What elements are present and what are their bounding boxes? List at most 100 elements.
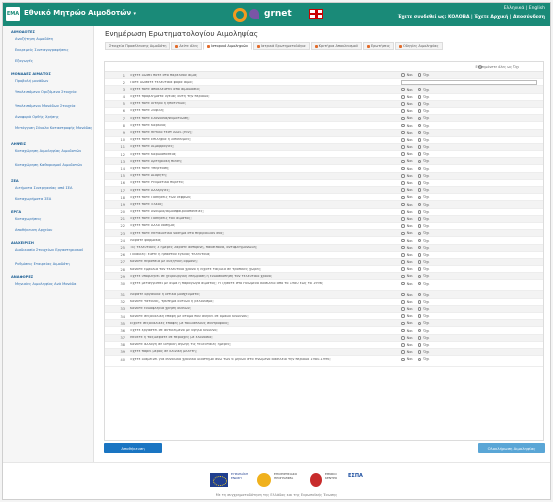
answer-yes-option[interactable]: Ναι: [401, 145, 413, 149]
answer-yes-option[interactable]: Ναι: [401, 152, 413, 156]
sidebar-item[interactable]: Αποθήκευση Αρχείου: [3, 226, 93, 237]
answer-no-option[interactable]: Όχι: [417, 231, 429, 236]
answer-yes-radio[interactable]: [401, 109, 405, 113]
answer-yes-radio[interactable]: [401, 145, 405, 149]
answer-yes-option[interactable]: Ναι: [401, 267, 413, 271]
tab[interactable]: Ιατρικά Ερωτηματολόγια: [253, 42, 310, 50]
sidebar-item[interactable]: Εκκρεμείς Συνταγογραφήσεις: [3, 46, 93, 57]
tab[interactable]: Δείτε όλες: [171, 42, 203, 50]
answer-yes-radio[interactable]: [401, 335, 405, 340]
answer-yes-radio[interactable]: [401, 307, 405, 311]
sidebar-item[interactable]: Διαδικασία Στοιχείων Εργαστηριακού: [3, 246, 93, 260]
answer-yes-option[interactable]: Ναι: [401, 253, 413, 257]
answer-yes-radio[interactable]: [401, 231, 405, 236]
answer-no-option[interactable]: Όχι: [417, 307, 429, 311]
answer-yes-option[interactable]: Ναι: [401, 203, 413, 207]
answer-no-option[interactable]: Όχι: [417, 328, 429, 333]
answer-yes-radio[interactable]: [401, 357, 405, 362]
answer-no-radio[interactable]: [417, 181, 422, 185]
answer-no-radio[interactable]: [417, 281, 422, 286]
answer-yes-option[interactable]: Ναι: [401, 116, 413, 120]
sidebar-item[interactable]: Καταχωρήματα ΣΕΑ: [3, 195, 93, 206]
answer-no-option[interactable]: Όχι: [417, 88, 429, 92]
answer-yes-radio[interactable]: [401, 267, 405, 272]
answer-yes-option[interactable]: Ναι: [401, 95, 413, 99]
sidebar-item[interactable]: Μετάγγιση Σύνολα Καταστροφής Μονάδας: [3, 124, 93, 138]
answer-yes-option[interactable]: Ναι: [401, 159, 413, 163]
answer-no-radio[interactable]: [417, 274, 422, 279]
answer-no-radio[interactable]: [417, 335, 422, 340]
answer-no-option[interactable]: Όχι: [417, 267, 429, 271]
answer-yes-radio[interactable]: [401, 73, 405, 77]
answer-yes-option[interactable]: Ναι: [401, 336, 413, 340]
answer-no-option[interactable]: Όχι: [417, 102, 429, 106]
answer-yes-option[interactable]: Ναι: [401, 138, 413, 142]
answer-no-radio[interactable]: [417, 138, 422, 142]
tab[interactable]: Οδηγίες Αιμοληψίας: [394, 42, 443, 50]
answer-yes-option[interactable]: Ναι: [401, 131, 413, 135]
answer-yes-radio[interactable]: [401, 166, 405, 171]
answer-yes-radio[interactable]: [401, 292, 405, 297]
answer-no-radio[interactable]: [417, 300, 422, 304]
answer-yes-option[interactable]: Ναι: [401, 329, 413, 333]
answer-no-option[interactable]: Όχι: [417, 123, 429, 128]
answer-yes-option[interactable]: Ναι: [401, 188, 413, 192]
answer-yes-radio[interactable]: [401, 195, 405, 200]
answer-no-radio[interactable]: [417, 166, 422, 171]
answer-yes-radio[interactable]: [401, 174, 405, 178]
answer-no-option[interactable]: Όχι: [417, 195, 429, 200]
answer-yes-radio[interactable]: [401, 116, 405, 121]
answer-no-option[interactable]: Όχι: [417, 274, 429, 279]
answer-yes-option[interactable]: Ναι: [401, 350, 413, 354]
answer-no-option[interactable]: Όχι: [417, 130, 429, 135]
answer-yes-radio[interactable]: [401, 188, 405, 192]
answer-yes-radio[interactable]: [401, 87, 405, 92]
answer-yes-radio[interactable]: [401, 130, 405, 135]
tab[interactable]: Στοιχεία Προσέλευσης Αιμοδότη: [105, 42, 171, 50]
answer-yes-option[interactable]: Ναι: [401, 102, 413, 106]
answer-yes-option[interactable]: Ναι: [401, 181, 413, 185]
answer-yes-option[interactable]: Ναι: [401, 357, 413, 361]
answer-yes-radio[interactable]: [401, 238, 405, 243]
answer-yes-radio[interactable]: [401, 138, 405, 142]
answer-no-option[interactable]: Όχι: [417, 138, 429, 142]
answer-no-radio[interactable]: [417, 328, 422, 333]
answer-yes-option[interactable]: Ναι: [401, 224, 413, 228]
answer-no-radio[interactable]: [417, 102, 422, 106]
answer-yes-option[interactable]: Ναι: [401, 174, 413, 178]
answer-yes-option[interactable]: Ναι: [401, 167, 413, 171]
answer-no-option[interactable]: Όχι: [417, 109, 429, 113]
answer-yes-radio[interactable]: [401, 102, 405, 106]
answer-no-radio[interactable]: [417, 321, 422, 326]
answer-no-radio[interactable]: [417, 231, 422, 236]
answer-text-input[interactable]: [401, 79, 537, 86]
sidebar-item[interactable]: Εξαγωγές: [3, 57, 93, 68]
answer-yes-option[interactable]: Ναι: [401, 73, 413, 77]
answer-no-radio[interactable]: [417, 130, 422, 135]
answer-no-radio[interactable]: [417, 238, 422, 243]
sidebar-item[interactable]: Αναζήτηση Αιμοδότη: [3, 35, 93, 46]
answer-no-radio[interactable]: [417, 109, 422, 113]
answer-no-option[interactable]: Όχι: [417, 224, 429, 228]
user-info[interactable]: Έχετε συνδεθεί ως: ΚΟΛΟΒΑ | Έχετε Αρχική…: [398, 15, 545, 20]
answer-no-radio[interactable]: [417, 260, 422, 264]
answer-no-radio[interactable]: [417, 292, 422, 297]
save-button[interactable]: Αποθήκευση: [104, 443, 162, 453]
sidebar-item[interactable]: Προβολή μονάδων: [3, 77, 93, 88]
answer-no-radio[interactable]: [417, 245, 422, 250]
answer-no-radio[interactable]: [417, 123, 422, 128]
answer-yes-radio[interactable]: [401, 281, 405, 286]
answer-yes-radio[interactable]: [401, 253, 405, 257]
answer-no-radio[interactable]: [417, 195, 422, 200]
answer-no-option[interactable]: Όχι: [417, 335, 429, 340]
sidebar-item[interactable]: Καταχώρηση Καθαρισμού Αιμοδοτών: [3, 161, 93, 175]
answer-no-radio[interactable]: [417, 152, 422, 157]
answer-no-radio[interactable]: [417, 357, 422, 362]
answer-no-option[interactable]: Όχι: [417, 300, 429, 304]
sidebar-item[interactable]: Υπολειπόμενοι Μονάδων Στοιχεία: [3, 102, 93, 113]
answer-no-option[interactable]: Όχι: [417, 73, 429, 77]
answer-yes-option[interactable]: Ναι: [401, 260, 413, 264]
answer-yes-option[interactable]: Ναι: [401, 239, 413, 243]
app-logo[interactable]: EMA: [6, 7, 20, 21]
answer-no-option[interactable]: Όχι: [417, 314, 429, 318]
